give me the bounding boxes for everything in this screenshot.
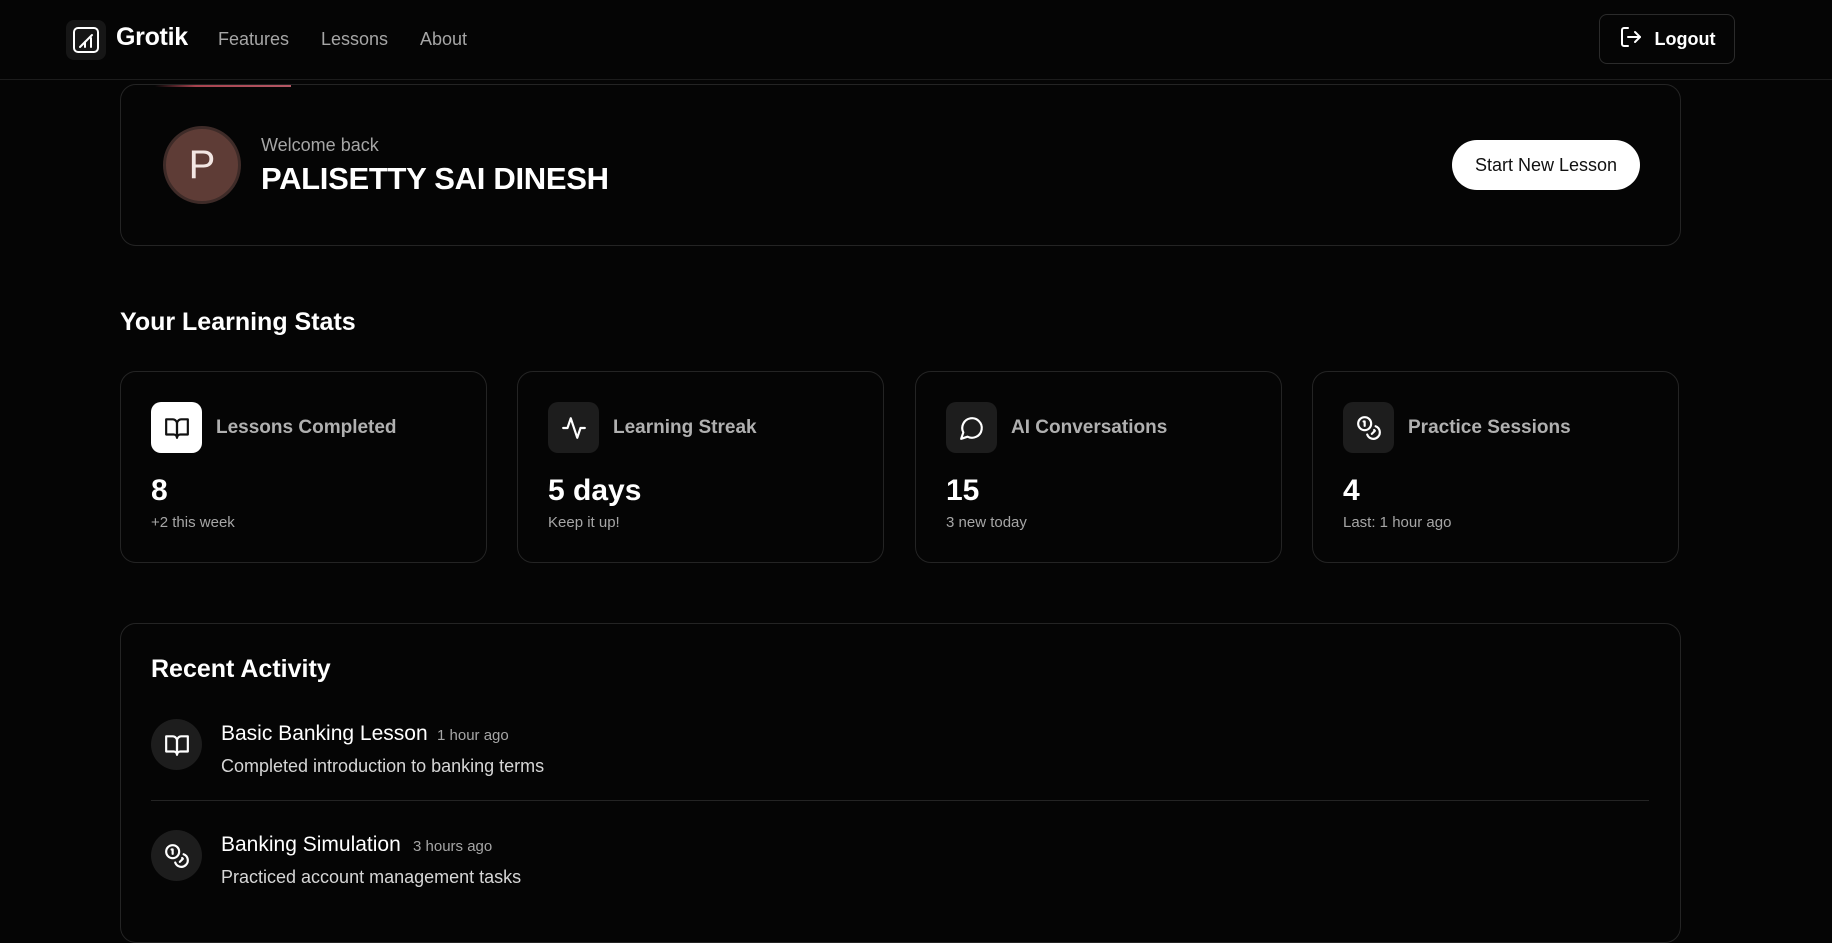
stat-card-practice-sessions: Practice Sessions 4 Last: 1 hour ago — [1312, 371, 1679, 563]
welcome-greeting: Welcome back — [261, 135, 379, 155]
stat-card-ai-conversations: AI Conversations 15 3 new today — [915, 371, 1282, 563]
logo-icon[interactable] — [66, 20, 106, 60]
activity-item[interactable]: Basic Banking Lesson 1 hour ago Complete… — [151, 719, 1649, 819]
avatar[interactable]: P — [163, 126, 241, 204]
stat-value: 4 — [1343, 474, 1360, 507]
brand-name[interactable]: Grotik — [116, 23, 188, 52]
logout-icon — [1619, 25, 1643, 54]
nav-link-lessons[interactable]: Lessons — [321, 29, 388, 50]
activity-title: Basic Banking Lesson — [221, 722, 428, 745]
stat-subtext: +2 this week — [151, 514, 235, 531]
nav-link-features[interactable]: Features — [218, 29, 289, 50]
activity-divider — [151, 800, 1649, 801]
nav-link-about[interactable]: About — [420, 29, 467, 50]
logout-label: Logout — [1654, 28, 1716, 49]
stat-value: 8 — [151, 474, 168, 507]
recent-activity-card: Recent Activity Basic Banking Lesson 1 h… — [120, 623, 1681, 943]
welcome-card: P Welcome back PALISETTY SAI DINESH Star… — [120, 84, 1681, 246]
stats-section-title: Your Learning Stats — [120, 308, 356, 336]
message-circle-icon — [946, 402, 997, 453]
activity-description: Completed introduction to banking terms — [221, 756, 545, 776]
activity-icon — [548, 402, 599, 453]
book-open-icon — [151, 719, 202, 770]
stat-label: Learning Streak — [613, 417, 757, 438]
coins-icon — [151, 830, 202, 881]
coins-icon — [1343, 402, 1394, 453]
stat-card-lessons-completed: Lessons Completed 8 +2 this week — [120, 371, 487, 563]
stat-value: 15 — [946, 474, 980, 507]
stat-card-learning-streak: Learning Streak 5 days Keep it up! — [517, 371, 884, 563]
stat-label: Practice Sessions — [1408, 417, 1571, 438]
recent-activity-title: Recent Activity — [151, 655, 331, 683]
activity-description: Practiced account management tasks — [221, 867, 522, 887]
stat-subtext: 3 new today — [946, 514, 1027, 531]
start-new-lesson-button[interactable]: Start New Lesson — [1452, 140, 1640, 190]
activity-item[interactable]: Banking Simulation 3 hours ago Practiced… — [151, 830, 1649, 930]
stat-subtext: Last: 1 hour ago — [1343, 514, 1452, 531]
book-open-icon — [151, 402, 202, 453]
stat-value: 5 days — [548, 474, 642, 507]
activity-time: 3 hours ago — [413, 838, 493, 855]
accent-line — [155, 85, 291, 87]
logout-button[interactable]: Logout — [1599, 14, 1735, 64]
activity-title: Banking Simulation — [221, 833, 401, 856]
stat-subtext: Keep it up! — [548, 514, 620, 531]
top-nav-bar: Grotik Features Lessons About Logout — [0, 0, 1832, 80]
stat-label: Lessons Completed — [216, 417, 397, 438]
activity-time: 1 hour ago — [437, 727, 509, 744]
user-name: PALISETTY SAI DINESH — [261, 161, 609, 196]
stat-label: AI Conversations — [1011, 417, 1168, 438]
